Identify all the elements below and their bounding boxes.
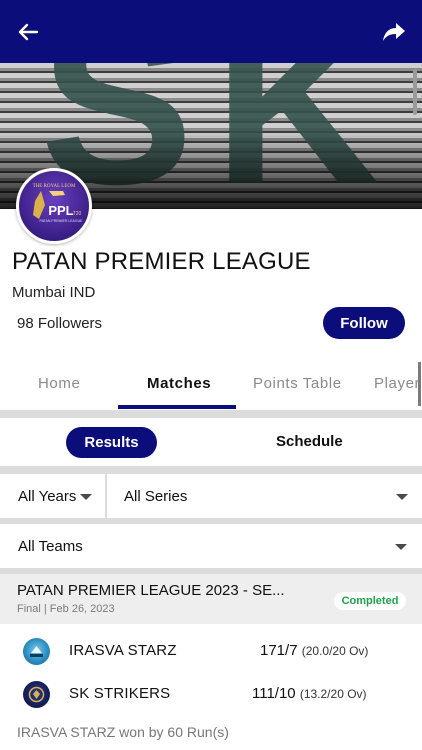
series-filter-dropdown[interactable]: All Series — [107, 474, 422, 518]
team-name: SK STRIKERS — [69, 685, 171, 702]
team-score: 171/7 (20.0/20 Ov) — [260, 642, 368, 659]
tab-points-table[interactable]: Points Table — [253, 375, 342, 392]
match-title: PATAN PREMIER LEAGUE 2023 - SE... — [17, 582, 285, 599]
svg-text:PATAN PREMIER LEAGUE: PATAN PREMIER LEAGUE — [40, 219, 84, 223]
teams-filter-label: All Teams — [18, 538, 83, 555]
followers-count: 98 Followers — [17, 315, 103, 332]
svg-text:THE ROYAL LEOM: THE ROYAL LEOM — [33, 184, 76, 189]
team-score: 111/10 (13.2/20 Ov) — [252, 685, 367, 702]
team-overs: (20.0/20 Ov) — [301, 644, 369, 658]
back-arrow-icon[interactable] — [14, 18, 42, 46]
active-tab-indicator — [118, 405, 236, 409]
horse-figure-icon — [49, 191, 65, 196]
chevron-down-icon — [80, 494, 92, 500]
tab-matches[interactable]: Matches — [147, 375, 211, 392]
league-title: PATAN PREMIER LEAGUE — [12, 248, 311, 275]
share-icon[interactable] — [380, 18, 408, 46]
banner-scrollbar[interactable] — [413, 69, 417, 115]
tab-player[interactable]: Player — [374, 375, 420, 392]
team-runs: 111/10 — [252, 685, 296, 702]
team-overs: (13.2/20 Ov) — [299, 687, 367, 701]
match-result-text: IRASVA STARZ won by 60 Run(s) — [17, 724, 229, 740]
team-name: IRASVA STARZ — [69, 642, 177, 659]
section-divider — [0, 410, 422, 418]
cricketer-figure-icon — [33, 191, 45, 219]
team-row[interactable]: SK STRIKERS 111/10 (13.2/20 Ov) — [0, 674, 422, 714]
results-tab-button[interactable]: Results — [66, 427, 157, 458]
svg-text:T20: T20 — [73, 211, 82, 217]
section-divider — [0, 466, 422, 474]
teams-filter-dropdown[interactable]: All Teams — [0, 524, 422, 568]
schedule-tab-button[interactable]: Schedule — [276, 433, 343, 450]
chevron-down-icon — [395, 544, 407, 550]
status-badge: Completed — [334, 592, 406, 610]
tab-home[interactable]: Home — [38, 375, 80, 392]
team-row[interactable]: IRASVA STARZ 171/7 (20.0/20 Ov) — [0, 631, 422, 671]
svg-text:PPL: PPL — [48, 203, 73, 218]
league-location: Mumbai IND — [12, 284, 96, 301]
team-runs: 171/7 — [260, 642, 298, 659]
follow-button[interactable]: Follow — [323, 307, 405, 339]
years-filter-label: All Years — [18, 488, 77, 505]
league-tab-bar: Home Matches Points Table Player — [0, 360, 422, 410]
top-app-bar — [0, 0, 422, 63]
match-meta: Final | Feb 26, 2023 — [17, 603, 115, 615]
team-logo-icon — [23, 681, 50, 708]
results-schedule-toggle — [0, 418, 422, 466]
chevron-down-icon — [396, 494, 408, 500]
league-logo: THE ROYAL LEOM PPL T20 PATAN PREMIER LEA… — [16, 168, 92, 244]
tab-scroll-edge — [418, 362, 421, 406]
series-filter-label: All Series — [124, 488, 188, 505]
years-filter-dropdown[interactable]: All Years — [0, 474, 105, 518]
team-logo-icon — [23, 638, 50, 665]
